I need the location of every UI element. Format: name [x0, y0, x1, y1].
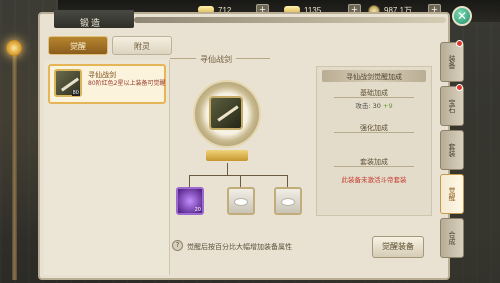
item-desc: 80阶红色2星以上装备可觉醒 [88, 80, 166, 87]
item-list: 80 寻仙战剑 80阶红色2星以上装备可觉醒 [44, 60, 170, 275]
help-icon[interactable]: ? [172, 240, 183, 251]
stat-value: 30 [372, 102, 381, 110]
main-sword-icon[interactable] [209, 96, 243, 130]
item-level: 80 [71, 90, 80, 96]
notification-badge [456, 40, 463, 47]
stat-label: 攻击: [355, 102, 371, 110]
tab-awaken[interactable]: 觉醒 [48, 36, 108, 55]
attribute-header: 寻仙战剑觉醒加成 [322, 70, 426, 82]
material-slot-empty[interactable] [274, 187, 302, 215]
list-item[interactable]: 80 寻仙战剑 80阶红色2星以上装备可觉醒 [48, 64, 166, 104]
connector-line [287, 175, 288, 187]
notification-badge [456, 84, 463, 91]
section-divider [334, 166, 414, 167]
side-tab-awaken[interactable]: 觉醒 [440, 174, 464, 214]
lantern-icon [6, 40, 22, 56]
attribute-header-text: 寻仙战剑觉醒加成 [346, 73, 402, 81]
stat-bonus: +9 [383, 102, 393, 110]
connector-line [240, 175, 241, 187]
tab-enchant[interactable]: 附灵 [112, 36, 172, 55]
connector-line [189, 175, 190, 187]
center-item-title: 寻仙战剑 [196, 54, 236, 65]
material-slot-empty[interactable] [227, 187, 255, 215]
material-slot-purple[interactable]: 20 [176, 187, 204, 215]
silver-material-icon [234, 198, 248, 206]
side-tab-gem[interactable]: 宝石 [440, 86, 464, 126]
section-divider [334, 97, 414, 98]
base-stat-row: 攻击: 30 +9 [316, 100, 432, 110]
silver-material-icon [281, 198, 295, 206]
panel-title: 锻造 [80, 19, 103, 29]
section-divider [334, 132, 414, 133]
close-button[interactable]: ✕ [452, 6, 472, 26]
connector-line [189, 175, 287, 176]
side-tab-synthesis[interactable]: 合成 [440, 218, 464, 258]
item-name: 寻仙战剑 [88, 71, 116, 79]
slot-level: 20 [194, 207, 201, 213]
awaken-equipment-button[interactable]: 觉醒装备 [372, 236, 424, 258]
connector-line [227, 163, 228, 175]
title-bar-deco [134, 17, 446, 23]
side-tab-equipment[interactable]: 装备 [440, 42, 464, 82]
lantern-pole [12, 40, 17, 280]
awaken-hint: 觉醒后按百分比大幅增加装备属性 [187, 243, 292, 251]
side-tab-set[interactable]: 套装 [440, 130, 464, 170]
set-warning: 此装备未激活斗帝套装 [341, 176, 407, 184]
ring-banner-deco [206, 150, 248, 161]
sword-icon: 80 [54, 69, 82, 97]
